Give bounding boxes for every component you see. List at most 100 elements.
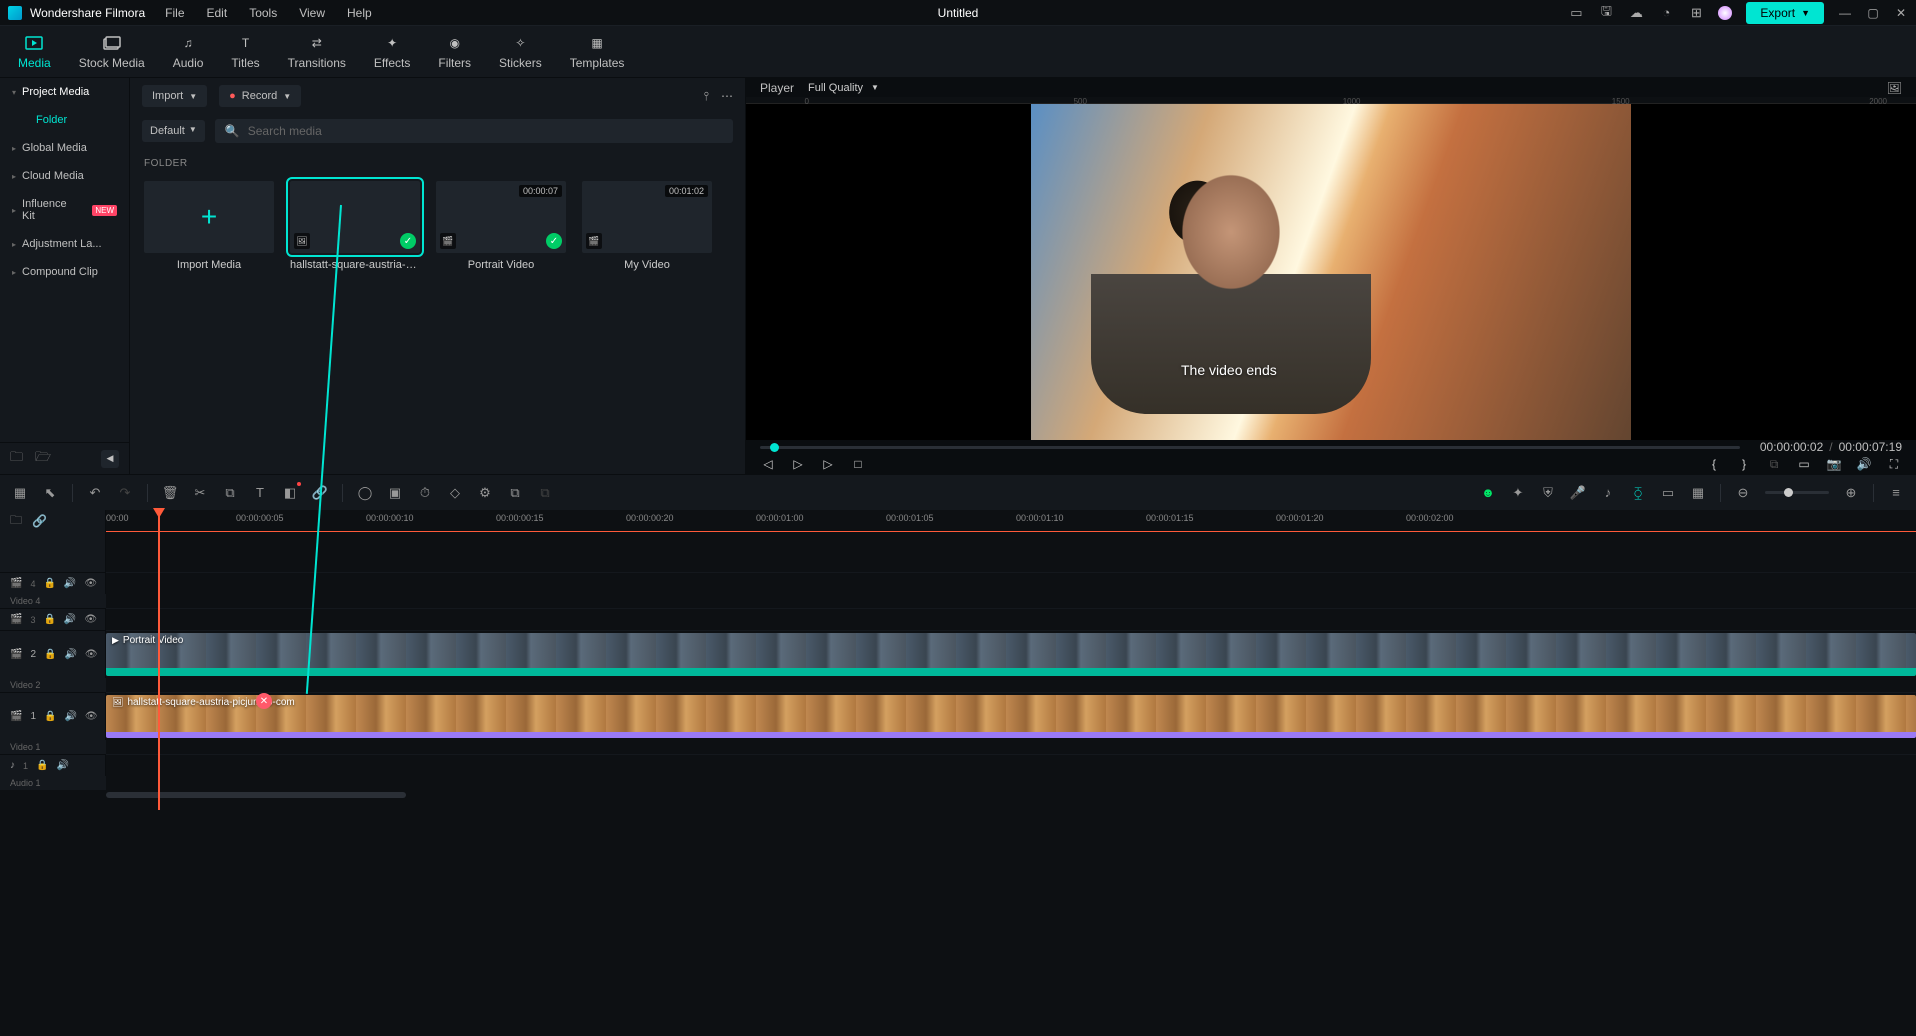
menu-tools[interactable]: Tools bbox=[249, 6, 277, 20]
track-head-audio1[interactable]: ♪1 🔒 🔊 bbox=[0, 754, 106, 776]
fullscreen-icon[interactable]: ⛶ bbox=[1886, 456, 1902, 472]
playhead[interactable] bbox=[158, 510, 160, 810]
media-thumb-hallstatt[interactable]: 🖼 ✓ hallstatt-square-austria-picj... bbox=[290, 181, 420, 271]
tab-filters[interactable]: ◉ Filters bbox=[438, 34, 471, 70]
time-ruler[interactable]: 00:00 00:00:00:05 00:00:00:10 00:00:00:1… bbox=[106, 510, 1916, 532]
cloud-icon[interactable]: ☁ bbox=[1628, 5, 1644, 21]
stop-button[interactable]: □ bbox=[850, 456, 866, 472]
headphones-icon[interactable]: ◔ bbox=[1658, 5, 1674, 21]
export-button[interactable]: Export ▼ bbox=[1746, 2, 1824, 24]
lock-icon[interactable]: 🔒 bbox=[44, 649, 56, 660]
track-head-video2[interactable]: 🎬2 🔒 🔊 👁 bbox=[0, 630, 106, 678]
cut-icon[interactable]: ✂ bbox=[192, 485, 208, 501]
record-button[interactable]: ●Record▼ bbox=[219, 85, 301, 107]
tab-stock-media[interactable]: Stock Media bbox=[79, 34, 145, 70]
mute-icon[interactable]: 🔊 bbox=[64, 711, 76, 722]
enhance-icon[interactable]: ✦ bbox=[1510, 485, 1526, 501]
pointer-tool-icon[interactable]: ⬉ bbox=[42, 485, 58, 501]
import-button[interactable]: Import▼ bbox=[142, 85, 207, 107]
mark-out-icon[interactable]: } bbox=[1736, 456, 1752, 472]
maximize-button[interactable]: ▢ bbox=[1866, 6, 1880, 20]
track-head-video1[interactable]: 🎬1 🔒 🔊 👁 bbox=[0, 692, 106, 740]
transition-marker[interactable]: ✕ bbox=[256, 693, 272, 709]
sort-dropdown[interactable]: Default▼ bbox=[142, 120, 205, 142]
media-thumb-myvideo[interactable]: 00:01:02 🎬 My Video bbox=[582, 181, 712, 271]
track-head-video4[interactable]: 🎬4 🔒 🔊 👁 bbox=[0, 572, 106, 594]
zoom-slider[interactable] bbox=[1765, 491, 1829, 494]
music-icon[interactable]: ♪ bbox=[1600, 485, 1616, 501]
sidebar-influence-kit[interactable]: ▸Influence KitNEW bbox=[0, 190, 129, 230]
timeline-hscroll[interactable] bbox=[0, 790, 1916, 800]
scrub-bar[interactable] bbox=[760, 446, 1740, 449]
layout-icon[interactable]: ▭ bbox=[1568, 5, 1584, 21]
zoom-handle[interactable] bbox=[1784, 488, 1793, 497]
snapshot-icon[interactable]: 🖼 bbox=[1887, 81, 1902, 95]
volume-icon[interactable]: 🔊 bbox=[1856, 456, 1872, 472]
magnet-icon[interactable]: ⧲ bbox=[1630, 485, 1646, 501]
sidebar-adjustment-layer[interactable]: ▸Adjustment La... bbox=[0, 230, 129, 258]
undo-icon[interactable]: ↶ bbox=[87, 485, 103, 501]
scrollbar-thumb[interactable] bbox=[106, 792, 406, 798]
sidebar-cloud-media[interactable]: ▸Cloud Media bbox=[0, 162, 129, 190]
collapse-sidebar-button[interactable]: ◀ bbox=[101, 450, 119, 468]
link-icon[interactable]: 🔗 bbox=[312, 485, 328, 501]
mark-in-icon[interactable]: { bbox=[1706, 456, 1722, 472]
text-icon[interactable]: T bbox=[252, 485, 268, 501]
visibility-icon[interactable]: 👁 bbox=[84, 578, 97, 589]
lock-icon[interactable]: 🔒 bbox=[43, 614, 55, 625]
snapshot-icon[interactable]: 📷 bbox=[1826, 456, 1842, 472]
folder-icon[interactable]: 🗁 bbox=[35, 448, 51, 470]
mute-icon[interactable]: 🔊 bbox=[64, 649, 76, 660]
sidebar-folder[interactable]: Folder bbox=[0, 106, 129, 134]
tab-audio[interactable]: ♫ Audio bbox=[173, 34, 204, 70]
marker-icon[interactable]: ▭ bbox=[1660, 485, 1676, 501]
tab-stickers[interactable]: ✧ Stickers bbox=[499, 34, 542, 70]
delete-icon[interactable]: 🗑 bbox=[162, 485, 178, 501]
more-icon[interactable]: ⋯ bbox=[721, 89, 733, 103]
color-icon[interactable]: ◯ bbox=[357, 485, 373, 501]
ai-icon[interactable]: ☻ bbox=[1480, 485, 1496, 501]
play-button[interactable]: ▷ bbox=[820, 456, 836, 472]
sidebar-project-media[interactable]: ▾Project Media bbox=[0, 78, 129, 106]
scrub-handle[interactable] bbox=[770, 443, 779, 452]
scale-icon[interactable]: ◧ bbox=[282, 485, 298, 501]
track-options-icon[interactable]: 🗀 bbox=[10, 511, 22, 532]
thumbnail-icon[interactable]: ▦ bbox=[1690, 485, 1706, 501]
track-head-video3[interactable]: 🎬3 🔒 🔊 👁 bbox=[0, 608, 106, 630]
sidebar-compound-clip[interactable]: ▸Compound Clip bbox=[0, 258, 129, 286]
compare-icon[interactable]: ⧉ bbox=[1766, 456, 1782, 472]
menu-view[interactable]: View bbox=[299, 6, 325, 20]
new-folder-icon[interactable]: 🗀 bbox=[10, 448, 23, 470]
sidebar-global-media[interactable]: ▸Global Media bbox=[0, 134, 129, 162]
adjust-icon[interactable]: ⚙ bbox=[477, 485, 493, 501]
display-icon[interactable]: ▭ bbox=[1796, 456, 1812, 472]
shield-icon[interactable]: ⛨ bbox=[1540, 485, 1556, 501]
close-button[interactable]: ✕ bbox=[1894, 6, 1908, 20]
group-icon[interactable]: ⧉ bbox=[507, 485, 523, 501]
quality-dropdown[interactable]: Full Quality▼ bbox=[808, 82, 879, 94]
link-icon[interactable]: 🔗 bbox=[32, 514, 47, 528]
crop-icon[interactable]: ⧉ bbox=[222, 485, 238, 501]
render-icon[interactable]: ▣ bbox=[387, 485, 403, 501]
minimize-button[interactable]: — bbox=[1838, 6, 1852, 20]
filter-icon[interactable]: ⫯ bbox=[704, 89, 709, 104]
mic-icon[interactable]: 🎤 bbox=[1570, 485, 1586, 501]
media-thumb-portrait[interactable]: 00:00:07 🎬 ✓ Portrait Video bbox=[436, 181, 566, 271]
lock-icon[interactable]: 🔒 bbox=[36, 760, 48, 771]
import-media-tile[interactable]: + Import Media bbox=[144, 181, 274, 271]
menu-edit[interactable]: Edit bbox=[207, 6, 228, 20]
visibility-icon[interactable]: 👁 bbox=[84, 614, 97, 625]
zoom-out-icon[interactable]: ⊖ bbox=[1735, 485, 1751, 501]
search-input[interactable]: 🔍Search media bbox=[215, 119, 733, 143]
speed-icon[interactable]: ⏱ bbox=[417, 485, 433, 501]
prev-frame-button[interactable]: ◁ bbox=[760, 456, 776, 472]
lock-icon[interactable]: 🔒 bbox=[43, 578, 55, 589]
tab-titles[interactable]: T Titles bbox=[231, 34, 259, 70]
user-avatar[interactable] bbox=[1718, 6, 1732, 20]
visibility-icon[interactable]: 👁 bbox=[85, 711, 98, 722]
play-backward-button[interactable]: ▷ bbox=[790, 456, 806, 472]
preview-canvas[interactable]: The video ends bbox=[746, 104, 1916, 440]
apps-icon[interactable]: ⊞ bbox=[1688, 5, 1704, 21]
mute-icon[interactable]: 🔊 bbox=[64, 578, 76, 589]
selection-tool-icon[interactable]: ▦ bbox=[12, 485, 28, 501]
